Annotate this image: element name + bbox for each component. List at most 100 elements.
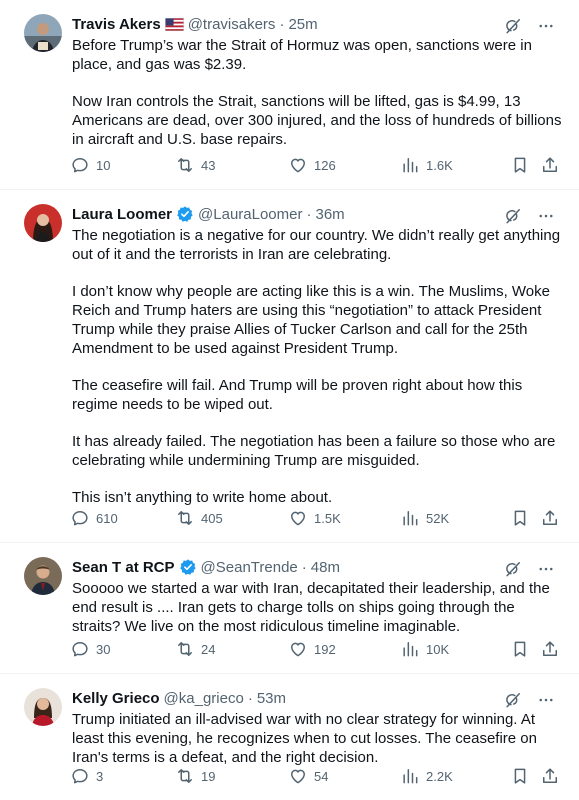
share-button[interactable] bbox=[540, 508, 560, 528]
heart-icon bbox=[288, 766, 308, 786]
tweet-actions: 10 43 126 1.6K bbox=[70, 155, 555, 179]
share-icon bbox=[540, 766, 560, 786]
avatar[interactable] bbox=[24, 557, 62, 595]
reply-count: 3 bbox=[96, 768, 104, 784]
avatar[interactable] bbox=[24, 14, 62, 52]
author-handle[interactable]: @travisakers bbox=[188, 16, 276, 33]
tweet-header-actions bbox=[503, 206, 555, 231]
like-count: 126 bbox=[314, 157, 336, 173]
tweet-header-actions bbox=[503, 690, 555, 715]
author-handle[interactable]: @ka_grieco bbox=[164, 690, 244, 707]
share-button[interactable] bbox=[540, 766, 560, 786]
like-button[interactable]: 192 bbox=[288, 639, 336, 659]
share-button[interactable] bbox=[540, 639, 560, 659]
heart-icon bbox=[288, 639, 308, 659]
reply-button[interactable]: 30 bbox=[70, 639, 110, 659]
view-count: 1.6K bbox=[426, 157, 453, 173]
views-icon bbox=[400, 508, 420, 528]
timestamp[interactable]: 53m bbox=[257, 690, 286, 707]
author-name[interactable]: Travis Akers bbox=[72, 16, 161, 33]
more-options-icon[interactable] bbox=[537, 207, 555, 230]
reply-button[interactable]: 610 bbox=[70, 508, 118, 528]
verified-badge-icon bbox=[176, 205, 194, 223]
tweet[interactable]: Sean T at RCP @SeanTrende · 48m Sooooo w… bbox=[0, 543, 579, 674]
us-flag-icon bbox=[165, 18, 184, 31]
timestamp[interactable]: 36m bbox=[315, 206, 344, 223]
more-options-icon[interactable] bbox=[537, 560, 555, 583]
bookmark-icon bbox=[510, 155, 530, 175]
reply-icon bbox=[70, 766, 90, 786]
timestamp[interactable]: 25m bbox=[288, 16, 317, 33]
tweet[interactable]: Laura Loomer @LauraLoomer · 36m The nego… bbox=[0, 190, 579, 543]
repost-icon bbox=[175, 508, 195, 528]
tweet-paragraph: The negotiation is a negative for our co… bbox=[72, 227, 561, 263]
tweet-text: Before Trump’s war the Strait of Hormuz … bbox=[72, 36, 562, 149]
heart-icon bbox=[288, 508, 308, 528]
tweet-paragraph: Trump initiated an ill-advised war with … bbox=[72, 711, 537, 766]
reply-icon bbox=[70, 508, 90, 528]
views-button[interactable]: 1.6K bbox=[400, 155, 453, 175]
repost-icon bbox=[175, 155, 195, 175]
tweet[interactable]: Kelly Grieco @ka_grieco · 53m Trump init… bbox=[0, 674, 579, 800]
grok-icon[interactable] bbox=[503, 16, 523, 41]
bookmark-button[interactable] bbox=[510, 766, 530, 786]
tweet-text: The negotiation is a negative for our co… bbox=[72, 226, 562, 507]
grok-icon[interactable] bbox=[503, 206, 523, 231]
view-count: 10K bbox=[426, 641, 450, 657]
repost-button[interactable]: 405 bbox=[175, 508, 223, 528]
like-button[interactable]: 1.5K bbox=[288, 508, 341, 528]
share-icon bbox=[540, 508, 560, 528]
share-icon bbox=[540, 639, 560, 659]
bookmark-button[interactable] bbox=[510, 155, 530, 175]
tweet-paragraph: The ceasefire will fail. And Trump will … bbox=[72, 377, 523, 413]
repost-button[interactable]: 24 bbox=[175, 639, 215, 659]
avatar[interactable] bbox=[24, 204, 62, 242]
tweet-header-actions bbox=[503, 559, 555, 584]
views-button[interactable]: 10K bbox=[400, 639, 449, 659]
share-icon bbox=[540, 155, 560, 175]
repost-button[interactable]: 43 bbox=[175, 155, 215, 175]
author-handle[interactable]: @SeanTrende bbox=[201, 559, 298, 576]
author-handle[interactable]: @LauraLoomer bbox=[198, 206, 302, 223]
views-button[interactable]: 52K bbox=[400, 508, 449, 528]
tweet-paragraph: Now Iran controls the Strait, sanctions … bbox=[72, 93, 562, 148]
separator-dot: · bbox=[301, 558, 307, 576]
separator-dot: · bbox=[306, 205, 312, 223]
repost-count: 24 bbox=[201, 641, 216, 657]
reply-count: 30 bbox=[96, 641, 111, 657]
like-count: 54 bbox=[314, 768, 329, 784]
reply-icon bbox=[70, 639, 90, 659]
separator-dot: · bbox=[279, 15, 285, 33]
tweet[interactable]: Travis Akers @travisakers · 25m Before T… bbox=[0, 0, 579, 190]
repost-icon bbox=[175, 766, 195, 786]
repost-button[interactable]: 19 bbox=[175, 766, 215, 786]
reply-count: 610 bbox=[96, 510, 118, 526]
tweet-header: Travis Akers @travisakers · 25m bbox=[72, 12, 563, 36]
like-button[interactable]: 54 bbox=[288, 766, 328, 786]
bookmark-button[interactable] bbox=[510, 508, 530, 528]
more-options-icon[interactable] bbox=[537, 691, 555, 714]
author-name[interactable]: Kelly Grieco bbox=[72, 690, 160, 707]
repost-count: 19 bbox=[201, 768, 216, 784]
like-button[interactable]: 126 bbox=[288, 155, 336, 175]
tweet-header: Laura Loomer @LauraLoomer · 36m bbox=[72, 202, 563, 226]
avatar[interactable] bbox=[24, 688, 62, 726]
author-name[interactable]: Sean T at RCP bbox=[72, 559, 175, 576]
tweet-header: Sean T at RCP @SeanTrende · 48m bbox=[72, 555, 563, 579]
tweet-actions: 3 19 54 2.2K bbox=[70, 766, 555, 790]
repost-count: 405 bbox=[201, 510, 223, 526]
grok-icon[interactable] bbox=[503, 559, 523, 584]
repost-icon bbox=[175, 639, 195, 659]
reply-button[interactable]: 3 bbox=[70, 766, 103, 786]
more-options-icon[interactable] bbox=[537, 17, 555, 40]
bookmark-button[interactable] bbox=[510, 639, 530, 659]
grok-icon[interactable] bbox=[503, 690, 523, 715]
author-name[interactable]: Laura Loomer bbox=[72, 206, 172, 223]
share-button[interactable] bbox=[540, 155, 560, 175]
tweet-text: Trump initiated an ill-advised war with … bbox=[72, 710, 562, 767]
heart-icon bbox=[288, 155, 308, 175]
reply-count: 10 bbox=[96, 157, 111, 173]
timestamp[interactable]: 48m bbox=[311, 559, 340, 576]
reply-button[interactable]: 10 bbox=[70, 155, 110, 175]
views-button[interactable]: 2.2K bbox=[400, 766, 453, 786]
